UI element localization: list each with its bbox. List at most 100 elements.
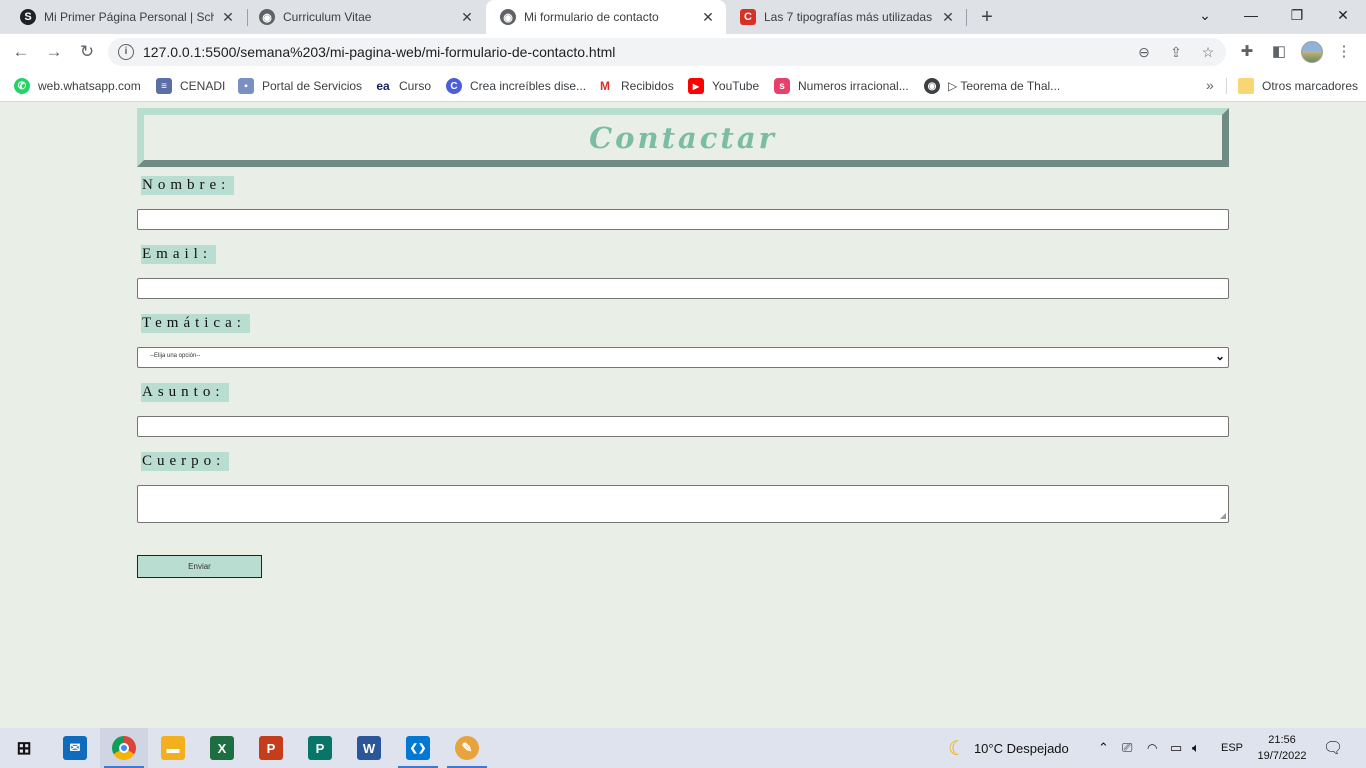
bookmark-label: Crea increíbles dise... [470,79,587,93]
label-tematica: Temática: [141,314,250,333]
tab-4[interactable]: C Las 7 tipografías más utilizadas p ✕ [726,0,966,34]
folder-icon [1238,78,1254,94]
windows-logo-icon: ⊞ [16,737,32,758]
bookmark-teorema[interactable]: ◉ ▷ Teorema de Thal... [924,77,1060,95]
taskbar-vscode[interactable]: ❮❯ [394,728,442,768]
start-button[interactable]: ⊞ [0,728,48,768]
taskbar-word[interactable]: W [345,728,393,768]
wifi-icon[interactable]: ◠ [1147,728,1157,768]
restore-button[interactable]: ❐ [1274,0,1320,30]
close-icon[interactable]: ✕ [220,9,236,25]
side-panel-icon[interactable]: ◧ [1269,42,1289,62]
tab-strip: S Mi Primer Página Personal | Scho ✕ ◉ C… [0,0,1366,34]
canva-icon: C [446,78,462,94]
excel-icon: X [210,736,234,760]
bookmark-label: YouTube [712,79,760,93]
youtube-icon: ▶ [688,78,704,94]
bookmark-label: Numeros irracional... [798,79,909,93]
bookmark-star-icon[interactable]: ☆ [1199,43,1217,61]
system-clock[interactable]: 21:56 19/7/2022 [1250,732,1314,764]
bookmark-youtube[interactable]: ▶ YouTube [688,77,759,95]
bookmark-curso[interactable]: ea Curso [375,77,431,95]
close-icon[interactable]: ✕ [940,9,956,25]
taskbar-powerpoint[interactable]: P [247,728,295,768]
battery-icon[interactable]: ▭ [1170,728,1182,768]
select-value: --Elija una opción-- [150,353,201,359]
tab-3-active[interactable]: ◉ Mi formulario de contacto ✕ [486,0,726,34]
address-bar[interactable]: i 127.0.0.1:5500/semana%203/mi-pagina-we… [108,38,1226,66]
taskbar-paint[interactable]: ✎ [443,728,491,768]
notifications-icon[interactable]: 🗨︎ [1323,728,1343,768]
menu-kebab-icon[interactable]: ⋮ [1334,42,1354,62]
taskbar-chrome[interactable] [100,728,148,768]
weather-widget[interactable]: ☾ 10°C Despejado [948,728,1069,768]
show-hidden-icons-icon[interactable]: ⌃ [1098,728,1109,768]
portal-icon: ▪ [238,78,254,94]
tab-divider [966,9,967,26]
back-arrow-icon[interactable]: ← [9,40,33,64]
bookmark-canva[interactable]: C Crea increíbles dise... [446,77,586,95]
profile-avatar[interactable] [1301,41,1323,63]
bookmark-portal[interactable]: ▪ Portal de Servicios [238,77,362,95]
tab-2[interactable]: ◉ Curriculum Vitae ✕ [245,0,485,34]
bookmark-label: Portal de Servicios [262,79,363,93]
bookmark-symbolab[interactable]: s Numeros irracional... [774,77,909,95]
bookmarks-divider [1226,78,1227,94]
browser-toolbar: ← → ↻ i 127.0.0.1:5500/semana%203/mi-pag… [0,34,1366,70]
gmail-icon: M [600,79,610,93]
bookmark-cenadi[interactable]: ≡ CENADI [156,77,225,95]
reload-icon[interactable]: ↻ [75,40,99,64]
tab-title: Las 7 tipografías más utilizadas p [764,10,934,24]
moon-icon: ☾ [948,737,966,760]
scholar-icon: S [20,9,36,25]
taskbar-publisher[interactable]: P [296,728,344,768]
bookmark-gmail[interactable]: M Recibidos [597,77,674,95]
whatsapp-icon: ✆ [14,78,30,94]
taskbar-mail[interactable]: ✉ [51,728,99,768]
email-input[interactable] [137,278,1229,299]
resize-grip-icon[interactable]: ◢ [1220,511,1226,520]
bookmark-label: Recibidos [621,79,674,93]
vscode-icon: ❮❯ [406,736,430,760]
page-title: Contactar [589,120,777,155]
url-text[interactable]: 127.0.0.1:5500/semana%203/mi-pagina-web/… [143,44,615,60]
tematica-select[interactable]: --Elija una opción-- ⌄ [137,347,1229,368]
forward-arrow-icon[interactable]: → [42,40,66,64]
ea-icon: ea [376,79,390,93]
label-cuerpo: Cuerpo: [141,452,230,471]
language-indicator[interactable]: ESP [1221,728,1243,768]
bookmark-whatsapp[interactable]: ✆ web.whatsapp.com [14,77,141,95]
bookmark-label: ▷ Teorema de Thal... [948,79,1061,93]
enviar-button[interactable]: Enviar [137,555,262,578]
new-tab-button[interactable]: + [976,5,998,29]
windows-taskbar: ⊞ ✉ ▬ X P P W ❮❯ ✎ ☾ 10°C Despejado ⌃ ⎚ … [0,728,1366,768]
bookmarks-bar: ✆ web.whatsapp.com ≡ CENADI ▪ Portal de … [0,70,1366,102]
asunto-input[interactable] [137,416,1229,437]
label-nombre: Nombre: [141,176,235,195]
volume-icon[interactable]: 🔈︎ [1192,728,1200,768]
zoom-icon[interactable]: ⊖ [1135,43,1153,61]
extensions-puzzle-icon[interactable]: ✚ [1237,42,1257,62]
cuerpo-textarea[interactable]: ◢ [137,485,1229,523]
paint-palette-icon: ✎ [455,736,479,760]
nombre-input[interactable] [137,209,1229,230]
taskbar-excel[interactable]: X [198,728,246,768]
taskbar-explorer[interactable]: ▬ [149,728,197,768]
close-icon[interactable]: ✕ [700,9,716,25]
chrome-icon [112,736,136,760]
bookmark-label: web.whatsapp.com [38,79,141,93]
share-icon[interactable]: ⇪ [1167,43,1185,61]
close-icon[interactable]: ✕ [459,9,475,25]
minimize-button[interactable]: — [1228,0,1274,30]
bookmark-other-folder[interactable]: Otros marcadores [1238,77,1358,95]
tab-title: Mi Primer Página Personal | Scho [44,10,214,24]
contact-form-page: Contactar Nombre: Email: Temática: --Eli… [0,102,1366,728]
weather-text: 10°C Despejado [973,740,1069,756]
symbolab-icon: s [774,78,790,94]
site-info-icon[interactable]: i [118,44,134,60]
bookmarks-overflow-icon[interactable]: » [1206,77,1214,93]
tab-search-chevron-icon[interactable]: ⌄ [1182,0,1228,30]
meet-now-icon[interactable]: ⎚ [1122,728,1132,768]
close-window-button[interactable]: ✕ [1320,0,1366,30]
tab-1[interactable]: S Mi Primer Página Personal | Scho ✕ [6,0,246,34]
